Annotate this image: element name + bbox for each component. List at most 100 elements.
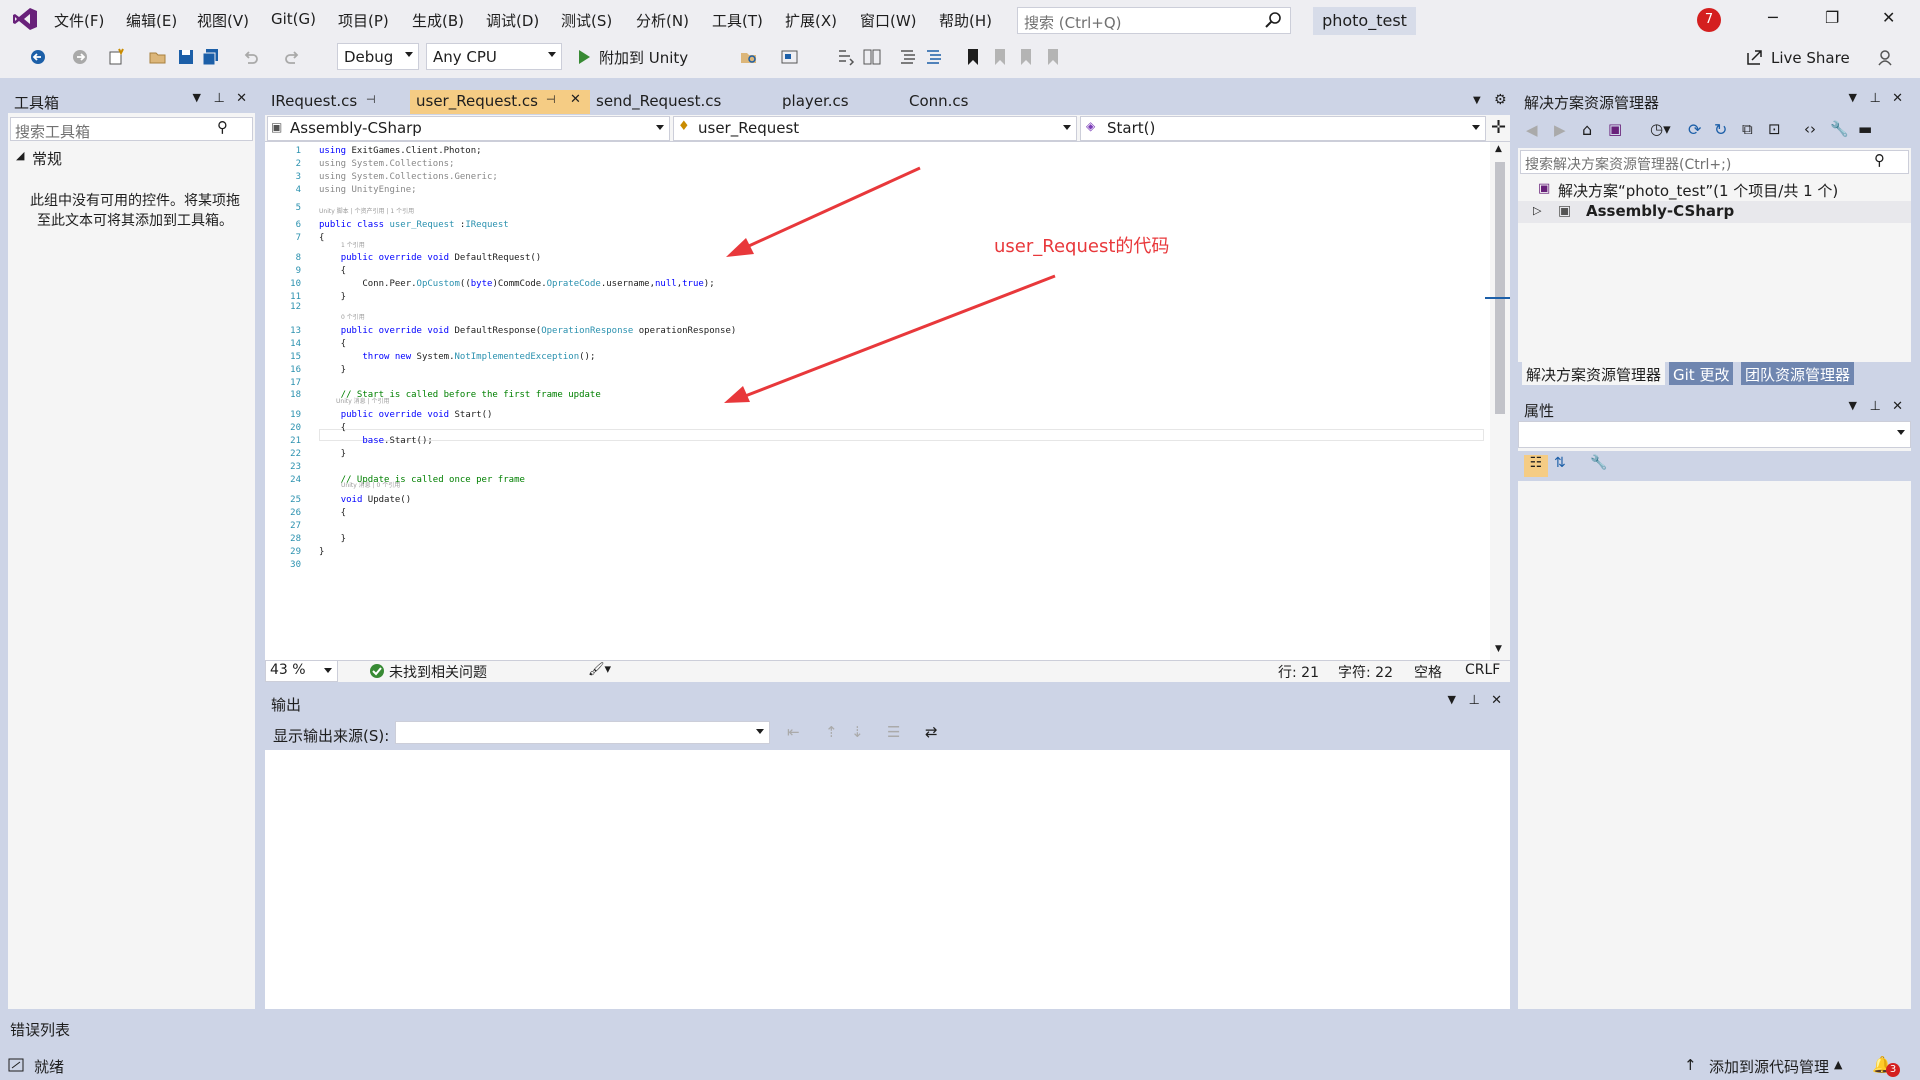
code-line[interactable]: base.Start();: [319, 436, 432, 446]
solution-explorer-pin-icon[interactable]: ⊥: [1870, 91, 1881, 106]
minimize-icon[interactable]: ─: [1768, 8, 1778, 27]
platform-dropdown[interactable]: Any CPU: [426, 43, 562, 70]
scrollbar-thumb[interactable]: [1495, 162, 1505, 414]
code-line[interactable]: }: [319, 365, 346, 375]
code-line[interactable]: public override void DefaultRequest(): [319, 253, 542, 263]
forward-icon[interactable]: ▶: [1554, 121, 1566, 139]
line-indicator[interactable]: 行: 21: [1278, 662, 1319, 682]
gear-icon[interactable]: ⚙: [1494, 92, 1507, 108]
restore-icon[interactable]: ❐: [1825, 8, 1839, 27]
output-options-icon[interactable]: ▼: [1448, 693, 1456, 706]
tab-send-request[interactable]: send_Request.cs: [590, 90, 776, 114]
notification-badge[interactable]: 7: [1697, 8, 1721, 32]
home-icon[interactable]: ⌂: [1582, 120, 1592, 139]
output-close-icon[interactable]: ✕: [1491, 693, 1502, 708]
bookmark-icon[interactable]: [963, 47, 983, 67]
code-line[interactable]: public override void DefaultResponse(Ope…: [319, 326, 737, 336]
clear-all-icon[interactable]: ☰: [887, 723, 900, 741]
code-line[interactable]: }: [319, 534, 346, 544]
solution-explorer-options-icon[interactable]: ▼: [1849, 91, 1857, 104]
zoom-dropdown[interactable]: 43 %: [265, 660, 338, 682]
clear-output-icon[interactable]: ⇤: [787, 723, 800, 741]
code-line[interactable]: throw new System.NotImplementedException…: [319, 352, 595, 362]
tab-list-dropdown-icon[interactable]: ▼: [1473, 95, 1481, 106]
code-line[interactable]: {: [319, 233, 324, 243]
live-share-icon[interactable]: [1745, 47, 1765, 67]
code-line[interactable]: Conn.Peer.OpCustom((byte)CommCode.Oprate…: [319, 279, 714, 289]
project-node[interactable]: Assembly-CSharp: [1586, 202, 1734, 220]
menu-build[interactable]: 生成(B): [412, 10, 464, 31]
split-editor-icon[interactable]: ✛: [1491, 117, 1506, 138]
toolbox-options-icon[interactable]: ▼: [193, 91, 201, 104]
menu-test[interactable]: 测试(S): [561, 10, 612, 31]
pin-icon[interactable]: ⊣: [366, 93, 376, 106]
menu-window[interactable]: 窗口(W): [860, 10, 917, 31]
menu-help[interactable]: 帮助(H): [939, 10, 992, 31]
codelens-hint[interactable]: 0 个引用: [341, 312, 365, 321]
comment-icon[interactable]: [898, 47, 918, 67]
code-line[interactable]: }: [319, 547, 324, 557]
back-icon[interactable]: ◀: [1526, 121, 1538, 139]
code-line[interactable]: using System.Collections.Generic;: [319, 172, 498, 182]
error-list-tab[interactable]: 错误列表: [8, 1017, 90, 1039]
tab-irequest[interactable]: IRequest.cs ⊣: [265, 90, 410, 114]
next-bookmark-icon[interactable]: [1016, 47, 1036, 67]
properties-close-icon[interactable]: ✕: [1892, 399, 1903, 414]
codelens-hint[interactable]: Unity 消息 | 0 个引用: [341, 480, 400, 489]
forward-icon[interactable]: [70, 47, 90, 67]
find-in-files-icon[interactable]: [739, 47, 759, 67]
menu-extensions[interactable]: 扩展(X): [785, 10, 837, 31]
configuration-dropdown[interactable]: Debug: [337, 43, 419, 70]
prev-message-icon[interactable]: ⇡: [825, 723, 838, 741]
next-message-icon[interactable]: ⇣: [851, 723, 864, 741]
code-line[interactable]: {: [319, 339, 346, 349]
tab-user-request[interactable]: user_Request.cs ⊣ ✕: [410, 90, 590, 114]
chevron-up-icon[interactable]: ▲: [1834, 1058, 1842, 1071]
play-icon[interactable]: [574, 47, 594, 67]
tab-team-explorer[interactable]: 团队资源管理器: [1741, 362, 1855, 385]
word-wrap-icon[interactable]: ⇄: [925, 723, 938, 741]
solution-node[interactable]: 解决方案“photo_test”(1 个项目/共 1 个): [1558, 180, 1838, 201]
live-share-button[interactable]: Live Share: [1771, 49, 1850, 67]
code-line[interactable]: public override void Start(): [319, 410, 493, 420]
menu-debug[interactable]: 调试(D): [486, 10, 539, 31]
open-folder-icon[interactable]: [148, 47, 168, 67]
menu-git[interactable]: Git(G): [271, 10, 316, 28]
menu-project[interactable]: 项目(P): [338, 10, 389, 31]
solution-search-input[interactable]: 搜索解决方案资源管理器(Ctrl+;): [1520, 150, 1909, 174]
code-line[interactable]: using System.Collections;: [319, 159, 454, 169]
menu-edit[interactable]: 编辑(E): [126, 10, 177, 31]
new-project-icon[interactable]: [106, 47, 126, 67]
codelens-hint[interactable]: 1 个引用: [341, 240, 365, 249]
categorized-icon[interactable]: ☷: [1524, 455, 1548, 477]
code-line[interactable]: {: [319, 508, 346, 518]
uncomment-icon[interactable]: [924, 47, 944, 67]
codelens-hint[interactable]: Unity 脚本 | 个资产引用 | 1 个引用: [319, 206, 414, 215]
property-pages-icon[interactable]: 🔧: [1590, 455, 1607, 471]
collapse-all-icon[interactable]: ⧉: [1742, 120, 1753, 138]
codelens-hint[interactable]: Unity 消息 | 个引用: [336, 396, 390, 405]
view-code-icon[interactable]: ‹›: [1804, 120, 1816, 138]
step-icon[interactable]: [836, 47, 856, 67]
menu-tools[interactable]: 工具(T): [712, 10, 763, 31]
scroll-up-icon[interactable]: ▲: [1495, 144, 1502, 154]
save-all-icon[interactable]: [201, 47, 221, 67]
toolbox-group-general[interactable]: 常规: [32, 148, 62, 169]
expand-icon[interactable]: ▷: [1533, 204, 1541, 217]
properties-pin-icon[interactable]: ⊥: [1870, 399, 1881, 414]
close-icon[interactable]: ✕: [1882, 8, 1895, 27]
member-dropdown[interactable]: Start(): [1080, 116, 1486, 141]
output-window-icon[interactable]: [8, 1058, 24, 1072]
attach-to-unity-button[interactable]: 附加到 Unity: [599, 47, 688, 68]
pin-icon[interactable]: ⊣: [546, 93, 556, 106]
project-dropdown[interactable]: Assembly-CSharp: [267, 116, 670, 141]
tab-git-changes[interactable]: Git 更改: [1669, 362, 1734, 385]
add-to-source-control-button[interactable]: 添加到源代码管理: [1709, 1056, 1829, 1077]
prev-bookmark-icon[interactable]: [990, 47, 1010, 67]
code-line[interactable]: public class user_Request :IRequest: [319, 220, 509, 230]
collapse-icon[interactable]: ◢: [16, 149, 24, 162]
menu-view[interactable]: 视图(V): [197, 10, 249, 31]
menu-analyze[interactable]: 分析(N): [636, 10, 689, 31]
output-pin-icon[interactable]: ⊥: [1469, 693, 1480, 708]
code-line[interactable]: }: [319, 449, 346, 459]
